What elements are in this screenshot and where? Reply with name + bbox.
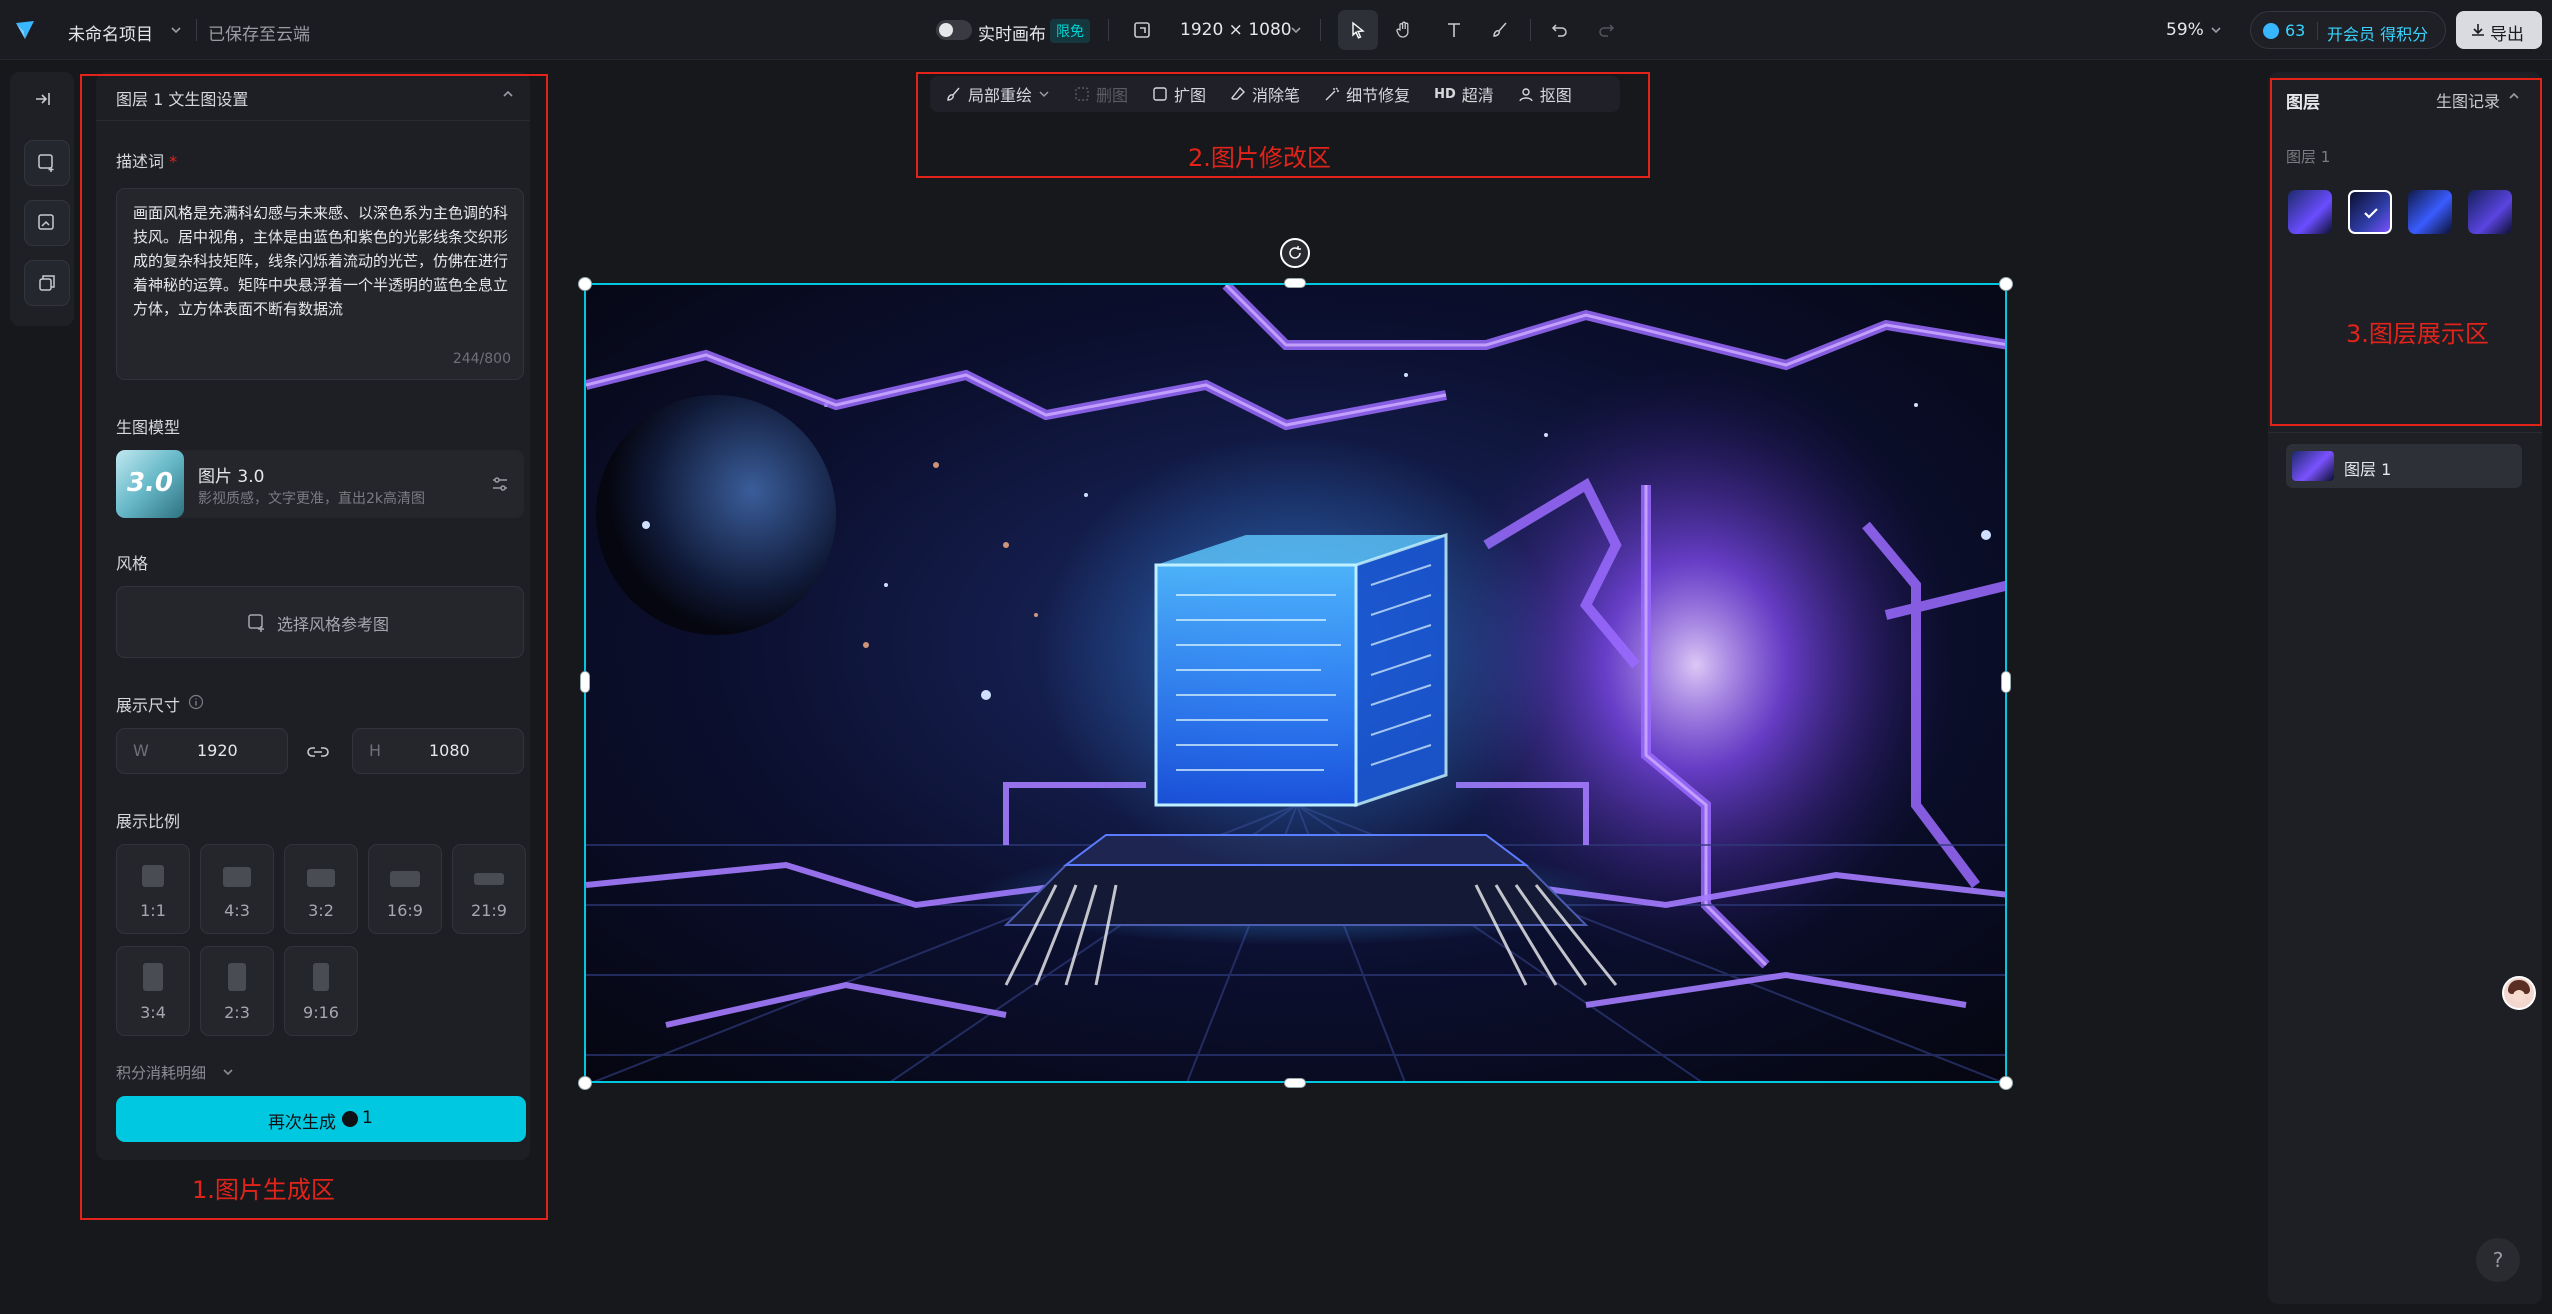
member-link[interactable]: 开会员 得积分 (2327, 21, 2428, 45)
rotate-handle-icon[interactable] (1280, 238, 1310, 268)
realtime-badge: 限免 (1050, 19, 1090, 43)
hand-tool-button[interactable] (1384, 10, 1424, 50)
top-bar: 未命名项目 已保存至云端 实时画布 限免 1920 × 1080 59% 63 … (0, 0, 2552, 60)
generated-image[interactable] (584, 283, 2007, 1083)
coin-icon (2263, 23, 2279, 39)
redo-button[interactable] (1586, 10, 1626, 50)
layers-icon (39, 275, 55, 291)
select-tool-button[interactable] (1338, 10, 1378, 50)
project-name[interactable]: 未命名项目 (68, 20, 153, 45)
resize-handle-edge[interactable] (580, 671, 590, 693)
resize-handle-edge[interactable] (2001, 671, 2011, 693)
export-button[interactable]: 导出 (2456, 11, 2542, 49)
assistant-avatar[interactable] (2502, 976, 2536, 1010)
download-icon (2472, 24, 2484, 36)
divider (2268, 432, 2542, 433)
annotation-label-generation: 1.图片生成区 (192, 1176, 335, 1204)
zoom-level[interactable]: 59% (2166, 20, 2204, 40)
app-logo-icon[interactable] (14, 19, 36, 41)
save-status: 已保存至云端 (208, 25, 310, 45)
chevron-down-icon[interactable] (2210, 24, 2222, 36)
chevron-down-icon[interactable] (1290, 24, 1302, 36)
divider (2317, 22, 2318, 40)
text-tool-button[interactable] (1434, 10, 1474, 50)
annotation-label-layers: 3.图层展示区 (2346, 320, 2489, 348)
layer-item[interactable]: 图层 1 (2286, 444, 2522, 488)
annotation-box-layers (2270, 78, 2542, 426)
divider (1530, 19, 1531, 41)
divider (196, 19, 197, 41)
undo-icon (1551, 24, 1567, 37)
divider (1320, 19, 1321, 41)
collapse-icon[interactable] (34, 90, 52, 108)
resize-handle-corner[interactable] (578, 277, 592, 291)
brush-tool-button[interactable] (1480, 10, 1520, 50)
chevron-down-icon[interactable] (170, 24, 182, 36)
layer-thumbnail (2292, 451, 2334, 481)
layers-button[interactable] (24, 260, 70, 306)
annotation-box-generation (80, 74, 548, 1220)
help-icon: ? (2492, 1248, 2504, 1272)
image-add-icon (38, 154, 54, 172)
realtime-label: 实时画布 (978, 25, 1046, 45)
text-icon (1448, 23, 1460, 37)
resize-handle-edge[interactable] (1284, 278, 1306, 288)
export-label: 导出 (2490, 25, 2524, 45)
redo-icon (1599, 24, 1615, 37)
canvas-size[interactable]: 1920 × 1080 (1180, 20, 1292, 40)
canvas-resize-icon[interactable] (1132, 20, 1152, 40)
credits-pill[interactable]: 63 开会员 得积分 (2250, 11, 2446, 49)
hand-icon (1396, 21, 1409, 38)
brush-icon (1493, 22, 1507, 37)
pointer-icon (1352, 21, 1365, 39)
annotation-label-edit: 2.图片修改区 (1188, 144, 1331, 172)
undo-button[interactable] (1540, 10, 1580, 50)
tool-rail (10, 72, 74, 326)
divider (1108, 19, 1109, 41)
image-edit-icon (38, 214, 54, 230)
help-button[interactable]: ? (2476, 1238, 2520, 1282)
image-edit-button[interactable] (24, 200, 70, 246)
realtime-toggle[interactable] (936, 20, 972, 40)
resize-handle-edge[interactable] (1284, 1078, 1306, 1088)
resize-handle-corner[interactable] (578, 1076, 592, 1090)
credits-count: 63 (2285, 21, 2306, 40)
resize-handle-corner[interactable] (1999, 1076, 2013, 1090)
layer-name: 图层 1 (2344, 460, 2392, 479)
resize-handle-corner[interactable] (1999, 277, 2013, 291)
text-to-image-button[interactable] (24, 140, 70, 186)
